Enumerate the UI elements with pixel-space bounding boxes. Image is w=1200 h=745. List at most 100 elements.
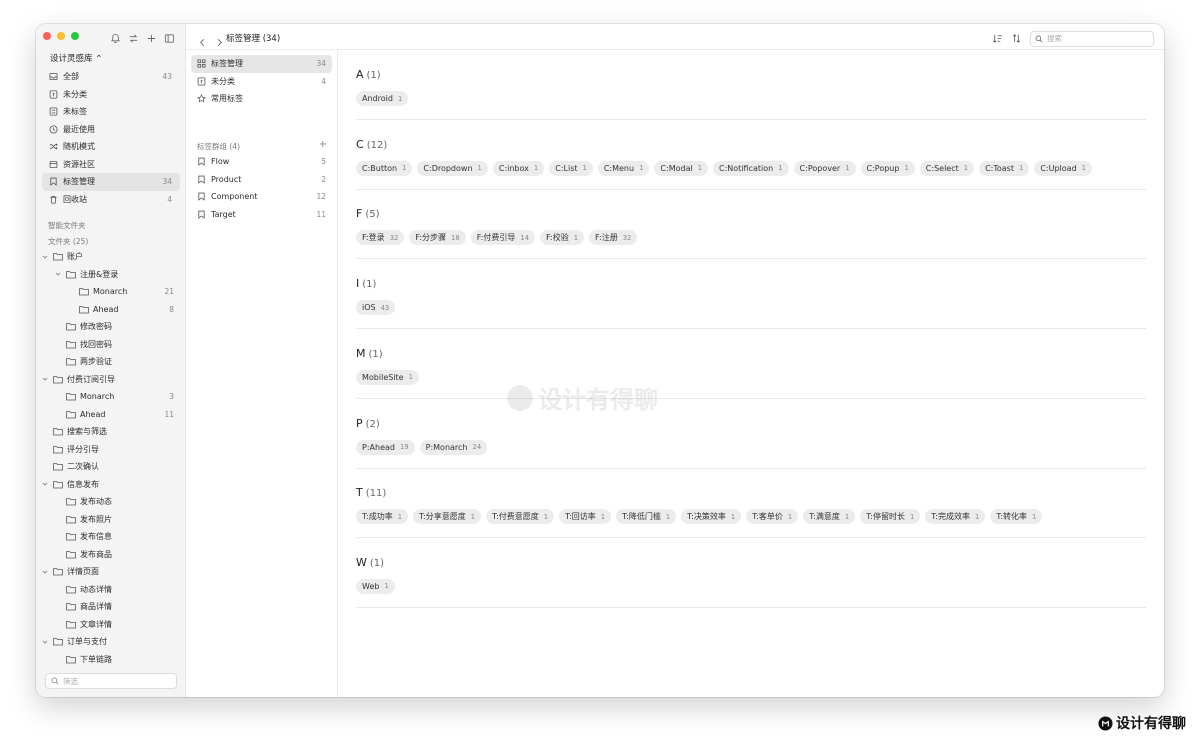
sort-icon[interactable] — [992, 29, 1003, 48]
tag-chip[interactable]: C:Popup 1 — [860, 160, 915, 176]
tag-chip[interactable]: C:Popover 1 — [793, 160, 856, 176]
tag-chip[interactable]: T:付费意愿度 1 — [486, 509, 555, 525]
tag-group-item[interactable]: Product 2 — [191, 171, 332, 189]
chevron-down-icon[interactable] — [54, 270, 62, 278]
tag-chip[interactable]: C:Menu 1 — [597, 160, 650, 176]
folder-row[interactable]: 账户 — [36, 248, 186, 266]
tag-count: 1 — [787, 512, 793, 521]
chevron-down-icon[interactable] — [41, 568, 49, 576]
folder-row[interactable]: 付费订阅引导 — [36, 371, 186, 389]
sidebar-item[interactable]: 未标签 — [42, 103, 180, 121]
sidebar-item[interactable]: 最近使用 — [42, 121, 180, 139]
library-switcher[interactable]: 设计灵感库 ⌃ — [50, 52, 102, 64]
sidebar-item[interactable]: 标签管理 34 — [42, 173, 180, 191]
chevron-down-icon[interactable] — [41, 480, 49, 488]
folder-row[interactable]: Ahead 11 — [36, 406, 186, 424]
tag-chip[interactable]: T:转化率 1 — [990, 509, 1043, 525]
search-input[interactable]: 搜索 — [1030, 30, 1154, 47]
tag-chip[interactable]: F:分步骤 18 — [409, 230, 466, 246]
sidebar-item[interactable]: 未分类 — [42, 86, 180, 104]
chevron-down-icon[interactable] — [41, 638, 49, 646]
folder-row[interactable]: Ahead 8 — [36, 301, 186, 319]
sort-order-icon[interactable] — [1011, 29, 1022, 48]
folder-row[interactable]: 文章详情 — [36, 616, 186, 634]
tag-chip[interactable]: T:决策效率 1 — [681, 509, 742, 525]
tag-group-item[interactable]: Target 11 — [191, 206, 332, 224]
tag-chip[interactable]: F:注册 32 — [589, 230, 638, 246]
zoom-window-button[interactable] — [71, 32, 79, 40]
sidebar-item[interactable]: 随机模式 — [42, 138, 180, 156]
folder-row[interactable]: 动态详情 — [36, 581, 186, 599]
folder-row[interactable]: 发布信息 — [36, 528, 186, 546]
tag-chip[interactable]: C:Select 1 — [919, 160, 975, 176]
tag-panel-item[interactable]: 常用标签 — [191, 90, 332, 108]
sync-icon[interactable] — [128, 29, 139, 43]
tag-chip[interactable]: C:Upload 1 — [1034, 160, 1092, 176]
tag-chip[interactable]: T:回访率 1 — [559, 509, 612, 525]
bell-icon[interactable] — [110, 29, 121, 44]
folder-row[interactable]: 修改密码 — [36, 318, 186, 336]
folder-row[interactable]: 注册&登录 — [36, 266, 186, 284]
folder-row[interactable]: 商品详情 — [36, 598, 186, 616]
tag-chip[interactable]: C:List 1 — [549, 160, 593, 176]
folder-row[interactable]: Monarch 3 — [36, 388, 186, 406]
tag-group-item[interactable]: Component 12 — [191, 188, 332, 206]
folder-row[interactable]: 评分引导 — [36, 441, 186, 459]
sidebar-item[interactable]: 资源社区 — [42, 156, 180, 174]
sidebar-item[interactable]: 全部 43 — [42, 68, 180, 86]
tag-chip[interactable]: C:Button 1 — [356, 160, 413, 176]
tag-panel-item[interactable]: 未分类 4 — [191, 73, 332, 91]
sidebar-item[interactable]: 回收站 4 — [42, 191, 180, 209]
add-group-icon[interactable]: + — [319, 139, 327, 150]
forward-icon[interactable] — [215, 32, 224, 51]
folder-row[interactable]: 两步验证 — [36, 353, 186, 371]
folder-row[interactable]: 找回密码 — [36, 336, 186, 354]
tag-chip[interactable]: F:登录 32 — [356, 230, 405, 246]
chevron-down-icon[interactable] — [41, 375, 49, 383]
tag-chip[interactable]: T:满意度 1 — [803, 509, 856, 525]
folder-row[interactable]: 搜索与筛选 — [36, 423, 186, 441]
tag-chip[interactable]: T:完成效率 1 — [925, 509, 986, 525]
tag-chip[interactable]: C:Notification 1 — [713, 160, 789, 176]
tag-chip[interactable]: T:客单价 1 — [746, 509, 799, 525]
tag-chip[interactable]: MobileSite 1 — [356, 369, 419, 385]
section-count: (1) — [362, 279, 377, 291]
folder-row[interactable]: 发布照片 — [36, 511, 186, 529]
tag-group-item[interactable]: Flow 5 — [191, 153, 332, 171]
corner-logo: 设计有得聊 — [1098, 713, 1186, 733]
tag-chip[interactable]: Web 1 — [356, 578, 395, 594]
folder-count: 11 — [164, 409, 174, 419]
folder-row[interactable]: 信息发布 — [36, 476, 186, 494]
tag-chip[interactable]: C:inbox 1 — [492, 160, 545, 176]
folder-row[interactable]: 下单链路 — [36, 651, 186, 669]
plus-icon[interactable] — [146, 29, 157, 43]
tag-chip[interactable]: C:Modal 1 — [654, 160, 709, 176]
folder-row[interactable]: 详情页面 — [36, 563, 186, 581]
tag-chip[interactable]: F:校验 1 — [540, 230, 585, 246]
tag-chip[interactable]: C:Toast 1 — [979, 160, 1030, 176]
folder-row[interactable]: Monarch 21 — [36, 283, 186, 301]
tag-chip[interactable]: T:降低门槛 1 — [616, 509, 677, 525]
chevron-down-icon[interactable] — [41, 253, 49, 261]
tag-chip[interactable]: Android 1 — [356, 91, 409, 106]
folder-row[interactable]: 二次确认 — [36, 458, 186, 476]
tag-chip[interactable]: T:成功率 1 — [356, 509, 409, 525]
sidebar-toggle-icon[interactable] — [164, 29, 175, 43]
folder-row[interactable]: 发布商品 — [36, 546, 186, 564]
close-window-button[interactable] — [43, 32, 51, 40]
folder-row[interactable]: 发布动态 — [36, 493, 186, 511]
tag-chip[interactable]: T:分享意愿度 1 — [413, 509, 482, 525]
section-letter: M — [356, 346, 366, 360]
folder-row[interactable]: 订单与支付 — [36, 633, 186, 651]
tag-chip[interactable]: C:Dropdown 1 — [417, 160, 488, 176]
filter-input[interactable]: 筛选 — [45, 673, 177, 689]
sidebar-item-label: 随机模式 — [63, 142, 95, 152]
tag-chip[interactable]: iOS 43 — [356, 300, 396, 316]
minimize-window-button[interactable] — [57, 32, 65, 40]
tag-panel-item[interactable]: 标签管理 34 — [191, 55, 332, 73]
tag-chip[interactable]: P:Ahead 19 — [356, 439, 415, 455]
tag-chip[interactable]: P:Monarch 24 — [419, 439, 488, 455]
back-icon[interactable] — [198, 32, 207, 51]
tag-chip[interactable]: F:付费引导 14 — [470, 230, 536, 246]
tag-chip[interactable]: T:停留时长 1 — [860, 509, 921, 525]
